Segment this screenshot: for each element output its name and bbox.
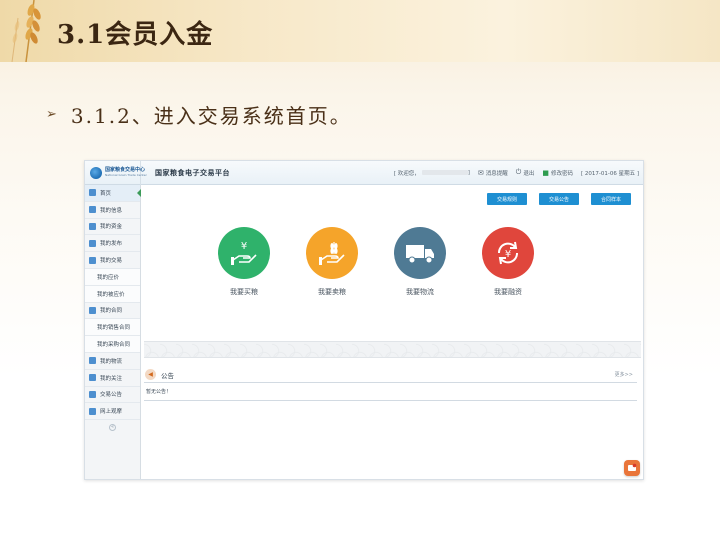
wheat-icon <box>11 0 41 62</box>
sell-grain-action[interactable]: 我要卖粮 <box>306 227 358 297</box>
yen-cycle-icon: ¥ <box>482 227 534 279</box>
eye-icon <box>89 407 96 415</box>
slide-header: 3.1会员入金 <box>0 0 720 62</box>
sidebar-subitem-sales-contracts[interactable]: 我的销售合同 <box>85 319 140 337</box>
sidebar-item-label: 我的关注 <box>100 375 123 382</box>
messages-label: 消息提醒 <box>485 170 508 177</box>
masked-username <box>421 170 468 175</box>
svg-text:¥: ¥ <box>241 241 247 252</box>
main-content: 交易规则 交易公告 合同样本 ¥ 我要买粮 我要卖粮 我要物流 ¥ 我要融资 ◀… <box>142 185 643 479</box>
slide-subtitle: 3.1.2、进入交易系统首页。 <box>70 104 352 128</box>
lock-icon: ■ <box>542 168 549 177</box>
slide-title: 3.1会员入金 <box>57 20 214 50</box>
action-label: 我要融资 <box>494 288 522 296</box>
financing-action[interactable]: ¥ 我要融资 <box>482 227 534 297</box>
sidebar-item-label: 我的被应价 <box>97 291 125 298</box>
change-password-label: 修改密码 <box>550 170 573 177</box>
megaphone-icon <box>89 390 96 398</box>
sidebar: 首页 我的信息 我的资金 我的发布 我的交易 我的应价 我的被应价 我的合同 我… <box>85 185 141 479</box>
sidebar-item-home[interactable]: 首页 <box>85 185 141 202</box>
sidebar-item-trade-announcements[interactable]: 交易公告 <box>85 387 140 404</box>
sidebar-item-my-trades[interactable]: 我的交易 <box>85 252 140 269</box>
hand-yen-icon: ¥ <box>218 227 270 279</box>
notice-empty-text: 暂无公告！ <box>144 388 637 401</box>
sidebar-subitem-bids-received[interactable]: 我的被应价 <box>85 285 140 303</box>
sidebar-item-my-logistics[interactable]: 我的物流 <box>85 353 140 370</box>
chat-icon <box>628 463 637 471</box>
contract-icon <box>89 306 96 314</box>
sidebar-item-label: 我的信息 <box>100 207 123 214</box>
user-icon <box>89 206 96 214</box>
sidebar-item-label: 首页 <box>100 190 112 197</box>
sidebar-item-label: 我的交易 <box>100 258 123 265</box>
welcome-end: ] <box>467 169 470 176</box>
messages-link[interactable]: ✉ 消息提醒 <box>478 169 508 177</box>
decorative-wave-band <box>144 341 641 358</box>
svg-text:¥: ¥ <box>505 249 511 260</box>
logout-link[interactable]: ⏻ 退出 <box>516 168 535 177</box>
logo[interactable]: 国家粮食交易中心 National Grain Trade Center <box>85 161 147 185</box>
app-window: 国家粮食交易中心 National Grain Trade Center 国家粮… <box>84 160 644 480</box>
date-display: [ 2017-01-06 星期五 ] <box>581 170 639 177</box>
platform-title: 国家粮食电子交易平台 <box>155 168 230 177</box>
app-topbar: 国家粮食交易中心 National Grain Trade Center 国家粮… <box>85 161 643 185</box>
action-label: 我要卖粮 <box>318 288 346 296</box>
quick-actions: ¥ 我要买粮 我要卖粮 我要物流 ¥ 我要融资 <box>218 227 534 297</box>
trade-icon <box>89 256 96 264</box>
sidebar-item-label: 我的合同 <box>100 308 123 315</box>
toolbar: 交易规则 交易公告 合同样本 <box>486 193 631 205</box>
sidebar-item-label: 我的销售合同 <box>97 325 131 332</box>
megaphone-icon: ◀ <box>145 369 156 380</box>
sidebar-item-my-funds[interactable]: 我的资金 <box>85 219 140 236</box>
action-label: 我要物流 <box>406 288 434 296</box>
change-password-link[interactable]: ■ 修改密码 <box>542 169 573 177</box>
logout-label: 退出 <box>523 170 535 177</box>
sidebar-item-label: 我的物流 <box>100 358 123 365</box>
logistics-icon <box>89 357 96 365</box>
active-indicator-icon <box>137 189 141 197</box>
contract-template-button[interactable]: 合同样本 <box>590 193 631 205</box>
power-icon: ⏻ <box>515 168 522 176</box>
buy-grain-action[interactable]: ¥ 我要买粮 <box>218 227 270 297</box>
notice-title: 公告 <box>161 371 174 380</box>
sidebar-item-label: 我的应价 <box>97 274 120 281</box>
sidebar-item-my-info[interactable]: 我的信息 <box>85 202 140 219</box>
sidebar-item-label: 网上观摩 <box>100 409 123 416</box>
sidebar-item-label: 我的采购合同 <box>97 342 131 349</box>
notice-header: ◀ 公告 更多>> <box>144 367 637 383</box>
floating-help-button[interactable] <box>624 460 640 476</box>
sidebar-item-my-contracts[interactable]: 我的合同 <box>85 303 140 320</box>
sidebar-item-my-follows[interactable]: 我的关注 <box>85 370 140 387</box>
publish-icon <box>89 239 96 247</box>
hand-wheat-icon <box>306 227 358 279</box>
welcome-text: [ 欢迎您， <box>393 170 420 177</box>
sidebar-item-label: 我的资金 <box>100 224 123 231</box>
truck-icon <box>394 227 446 279</box>
funds-icon <box>89 222 96 230</box>
trade-rules-button[interactable]: 交易规则 <box>486 193 527 205</box>
sidebar-subitem-purchase-contracts[interactable]: 我的采购合同 <box>85 336 140 353</box>
collapse-toggle-icon[interactable]: « <box>109 424 116 432</box>
heart-icon <box>89 374 96 382</box>
home-icon <box>89 189 96 197</box>
action-label: 我要买粮 <box>230 288 258 296</box>
mail-icon: ✉ <box>477 168 484 177</box>
sidebar-item-online-observation[interactable]: 网上观摩 <box>85 403 140 421</box>
logo-icon <box>90 166 102 179</box>
sidebar-subitem-my-bids[interactable]: 我的应价 <box>85 268 140 286</box>
logistics-action[interactable]: 我要物流 <box>394 227 446 297</box>
notice-more-link[interactable]: 更多>> <box>615 371 637 378</box>
bullet-arrow-icon: ➢ <box>46 107 57 122</box>
sidebar-item-my-posts[interactable]: 我的发布 <box>85 235 140 253</box>
user-bar: [ 欢迎您， ] ✉ 消息提醒 ⏻ 退出 ■ 修改密码 [ 2017-01-06… <box>393 168 643 177</box>
subtitle-row: ➢ 3.1.2、进入交易系统首页。 <box>46 100 352 129</box>
logo-english-name: National Grain Trade Center <box>105 173 147 177</box>
sidebar-item-label: 交易公告 <box>100 392 123 399</box>
trade-announcements-button[interactable]: 交易公告 <box>538 193 579 205</box>
sidebar-item-label: 我的发布 <box>100 241 123 248</box>
